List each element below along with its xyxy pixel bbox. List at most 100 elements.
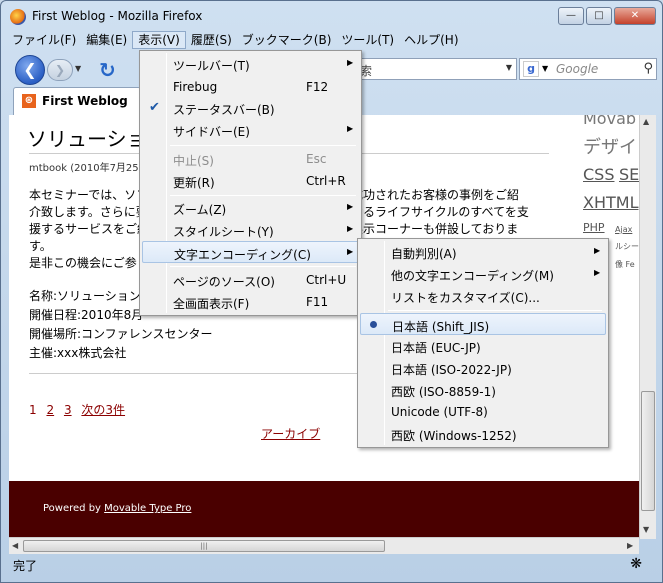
menu-item-iso-2022-jp[interactable]: 日本語 (ISO-2022-JP): [360, 357, 606, 379]
horizontal-scroll-thumb[interactable]: |||: [23, 540, 385, 552]
status-text: 完了: [13, 559, 38, 573]
url-bar[interactable]: 索 ▼: [355, 58, 517, 80]
menu-edit[interactable]: 編集(E): [81, 31, 132, 49]
menu-bookmarks[interactable]: ブックマーク(B): [237, 31, 337, 49]
menu-item-label: リストをカスタマイズ(C)...: [391, 291, 540, 305]
window-title: First Weblog - Mozilla Firefox: [32, 9, 203, 23]
tag-link[interactable]: CSS: [583, 165, 614, 184]
submenu-arrow-icon: ▶: [347, 224, 354, 233]
tag-link[interactable]: ルシー: [615, 241, 639, 252]
menu-separator: [170, 266, 356, 267]
archive-link[interactable]: アーカイブ: [261, 425, 320, 442]
minimize-button[interactable]: —: [558, 7, 584, 25]
vertical-scroll-thumb[interactable]: [641, 391, 655, 511]
menu-item-auto-detect[interactable]: 自動判別(A) ▶: [360, 241, 606, 263]
tab-first-weblog[interactable]: ⊛ First Weblog: [13, 87, 141, 115]
page-2-link[interactable]: 2: [46, 403, 54, 417]
url-dropdown-icon[interactable]: ▼: [506, 63, 512, 72]
firefox-icon: [10, 9, 26, 25]
menu-item-statusbar[interactable]: ✔ ステータスバー(B): [142, 97, 359, 119]
menu-item-shortcut: F12: [306, 80, 329, 94]
close-button[interactable]: ✕: [614, 7, 656, 25]
menu-item-shortcut: F11: [306, 295, 329, 309]
movable-type-link[interactable]: Movable Type Pro: [104, 503, 191, 514]
menu-file[interactable]: ファイル(F): [7, 31, 81, 49]
page-footer: Powered by Movable Type Pro: [9, 481, 639, 537]
menu-item-toolbar[interactable]: ツールバー(T) ▶: [142, 53, 359, 75]
menu-view[interactable]: 表示(V): [132, 31, 186, 49]
tag-link[interactable]: Movab: [583, 115, 636, 128]
menu-item-label: ページのソース(O): [173, 275, 275, 289]
maximize-button[interactable]: □: [586, 7, 612, 25]
back-arrow-icon: ❮: [23, 60, 37, 79]
menu-item-fullscreen[interactable]: 全画面表示(F) F11: [142, 291, 359, 313]
vertical-scrollbar[interactable]: ▲ ▼: [639, 115, 656, 539]
menu-item-label: 他の文字エンコーディング(M): [391, 269, 554, 283]
tag-link[interactable]: Ajax: [615, 225, 632, 234]
title-bar: First Weblog - Mozilla Firefox — □ ✕: [1, 1, 662, 31]
tag-link[interactable]: 像 Fe: [615, 259, 635, 270]
menu-item-stylesheet[interactable]: スタイルシート(Y) ▶: [142, 219, 359, 241]
scroll-up-icon[interactable]: ▲: [643, 117, 649, 126]
tag-link[interactable]: XHTML: [583, 193, 638, 212]
tag-link[interactable]: SE: [619, 165, 639, 184]
menu-item-shift-jis[interactable]: 日本語 (Shift_JIS): [360, 313, 606, 335]
menu-item-sidebar[interactable]: サイドバー(E) ▶: [142, 119, 359, 141]
menu-item-customize-list[interactable]: リストをカスタマイズ(C)...: [360, 285, 606, 307]
menu-item-page-source[interactable]: ページのソース(O) Ctrl+U: [142, 269, 359, 291]
page-3-link[interactable]: 3: [64, 403, 72, 417]
search-box[interactable]: g ▼ Google ⚲: [519, 58, 657, 80]
forward-button[interactable]: ❯: [47, 59, 73, 81]
menu-item-label: 自動判別(A): [391, 247, 457, 261]
tab-label: First Weblog: [42, 94, 128, 108]
scroll-right-icon[interactable]: ▶: [627, 541, 633, 550]
reload-icon[interactable]: ↻: [99, 58, 116, 82]
footer-prefix: Powered by: [43, 503, 105, 514]
submenu-arrow-icon: ▶: [347, 202, 354, 211]
firebug-icon[interactable]: ❋: [630, 556, 642, 572]
menu-item-character-encoding[interactable]: 文字エンコーディング(C) ▶: [142, 241, 359, 263]
menu-item-iso-8859-1[interactable]: 西欧 (ISO-8859-1): [360, 379, 606, 401]
menu-separator: [388, 310, 602, 311]
history-dropdown-icon[interactable]: ▼: [75, 64, 81, 73]
menu-item-reload[interactable]: 更新(R) Ctrl+R: [142, 170, 359, 192]
menu-item-shortcut: Ctrl+U: [306, 273, 347, 287]
menu-item-euc-jp[interactable]: 日本語 (EUC-JP): [360, 335, 606, 357]
scroll-down-icon[interactable]: ▼: [643, 525, 649, 534]
submenu-arrow-icon: ▶: [347, 58, 354, 67]
site-favicon-icon: ⊛: [22, 94, 36, 108]
menu-item-label: 更新(R): [173, 176, 215, 190]
scroll-left-icon[interactable]: ◀: [12, 541, 18, 550]
menu-item-label: ズーム(Z): [173, 203, 227, 217]
tag-link[interactable]: PHP: [583, 221, 605, 234]
menu-item-shortcut: Ctrl+R: [306, 174, 346, 188]
back-button[interactable]: ❮: [15, 55, 45, 85]
menu-item-label: 全画面表示(F): [173, 297, 250, 311]
post-title[interactable]: ソリューショ: [27, 123, 147, 152]
engine-dropdown-icon[interactable]: ▼: [542, 64, 548, 73]
menu-item-windows-1252[interactable]: 西欧 (Windows-1252): [360, 423, 606, 445]
body-line: おけるライフサイクルのすべてを支: [339, 205, 529, 219]
menu-tools[interactable]: ツール(T): [336, 31, 399, 49]
menu-help[interactable]: ヘルプ(H): [399, 31, 463, 49]
tag-link[interactable]: デザイ: [583, 133, 637, 159]
menu-item-zoom[interactable]: ズーム(Z) ▶: [142, 197, 359, 219]
submenu-arrow-icon: ▶: [594, 268, 601, 277]
submenu-arrow-icon: ▶: [594, 246, 601, 255]
menu-item-other-encodings[interactable]: 他の文字エンコーディング(M) ▶: [360, 263, 606, 285]
search-icon[interactable]: ⚲: [643, 61, 653, 76]
next-page-link[interactable]: 次の3件: [81, 403, 125, 417]
menu-history[interactable]: 履歴(S): [186, 31, 237, 49]
menu-item-stop: 中止(S) Esc: [142, 148, 359, 170]
horizontal-scrollbar[interactable]: ◀ ||| ▶: [9, 537, 639, 554]
menu-separator: [170, 195, 356, 196]
menu-item-firebug[interactable]: Firebug F12: [142, 76, 359, 98]
google-engine-icon[interactable]: g: [523, 61, 539, 77]
encoding-submenu: 自動判別(A) ▶ 他の文字エンコーディング(M) ▶ リストをカスタマイズ(C…: [357, 238, 609, 448]
checkmark-icon: ✔: [149, 100, 160, 115]
menu-item-label: 日本語 (EUC-JP): [391, 341, 481, 355]
menu-item-utf-8[interactable]: Unicode (UTF-8): [360, 401, 606, 423]
menu-bar: ファイル(F) 編集(E) 表示(V) 履歴(S) ブックマーク(B) ツール(…: [7, 31, 464, 51]
menu-item-label: 中止(S): [173, 154, 214, 168]
menu-item-label: サイドバー(E): [173, 125, 250, 139]
